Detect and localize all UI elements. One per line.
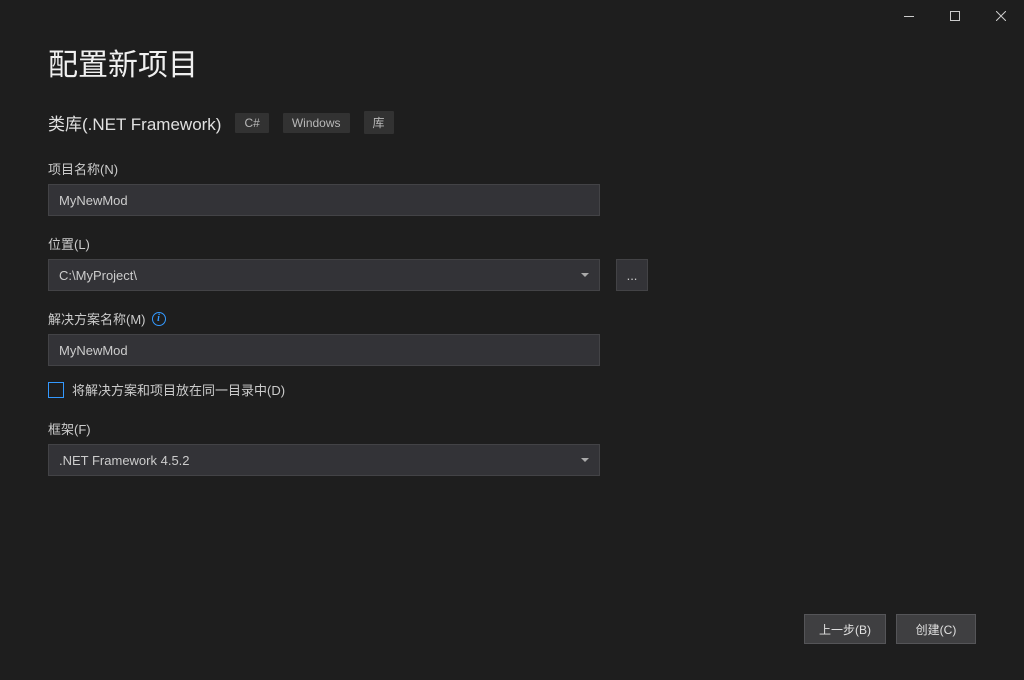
tag-type: 库 <box>364 111 394 134</box>
location-label: 位置(L) <box>48 234 976 253</box>
info-icon[interactable]: i <box>152 312 166 326</box>
framework-combo[interactable]: .NET Framework 4.5.2 <box>48 444 600 476</box>
solution-name-input[interactable] <box>48 334 600 366</box>
solution-name-label-text: 解决方案名称(M) <box>48 309 146 328</box>
page-title: 配置新项目 <box>48 40 976 84</box>
chevron-down-icon <box>581 458 589 462</box>
location-value: C:\MyProject\ <box>59 268 137 283</box>
tag-platform: Windows <box>283 113 350 133</box>
tag-language: C# <box>235 113 268 133</box>
location-combo[interactable]: C:\MyProject\ <box>48 259 600 291</box>
project-name-label: 项目名称(N) <box>48 159 976 178</box>
framework-label: 框架(F) <box>48 419 976 438</box>
browse-button[interactable]: ... <box>616 259 648 291</box>
template-name: 类库(.NET Framework) <box>48 110 221 135</box>
same-directory-label: 将解决方案和项目放在同一目录中(D) <box>72 380 285 399</box>
solution-name-label: 解决方案名称(M) i <box>48 309 976 328</box>
chevron-down-icon <box>581 273 589 277</box>
minimize-button[interactable] <box>886 0 932 32</box>
create-button[interactable]: 创建(C) <box>896 614 976 644</box>
close-button[interactable] <box>978 0 1024 32</box>
project-name-input[interactable] <box>48 184 600 216</box>
back-button[interactable]: 上一步(B) <box>804 614 886 644</box>
template-row: 类库(.NET Framework) C# Windows 库 <box>48 110 976 135</box>
maximize-button[interactable] <box>932 0 978 32</box>
framework-value: .NET Framework 4.5.2 <box>59 453 190 468</box>
same-directory-checkbox[interactable] <box>48 382 64 398</box>
